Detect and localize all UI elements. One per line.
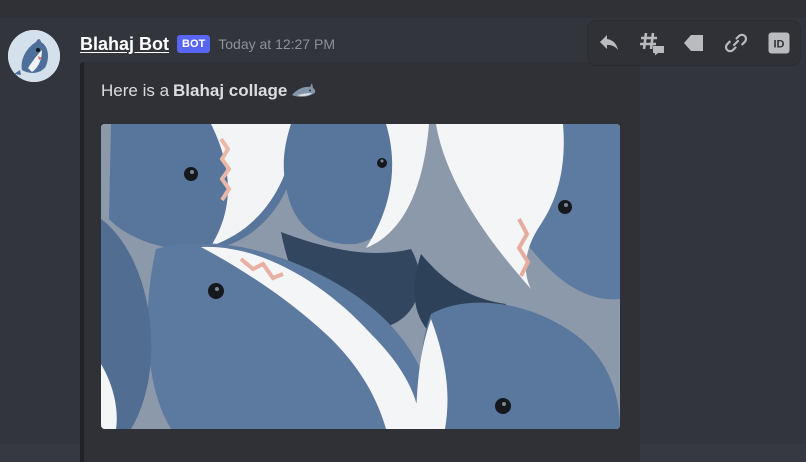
embed-description-bold: Blahaj collage	[173, 81, 288, 100]
link-icon	[725, 33, 748, 53]
reply-icon	[600, 35, 619, 50]
flag-icon	[683, 35, 703, 51]
copy-link-button[interactable]	[718, 25, 754, 61]
bot-badge: BOT	[177, 35, 211, 53]
id-icon-label: ID	[773, 39, 784, 51]
message-toolbar: ID	[588, 21, 800, 65]
username[interactable]: Blahaj Bot	[80, 34, 169, 55]
embed-description-text: Here is a	[101, 81, 170, 100]
embed: Here is a Blahaj collage	[80, 62, 640, 462]
timestamp[interactable]: Today at 12:27 PM	[218, 36, 335, 52]
create-thread-button[interactable]	[634, 25, 670, 61]
shark-emoji	[292, 83, 316, 97]
avatar[interactable]	[8, 30, 60, 82]
copy-id-button[interactable]: ID	[761, 25, 797, 61]
message: Blahaj Bot BOT Today at 12:27 PM Here is…	[0, 18, 806, 462]
mark-unread-button[interactable]	[676, 25, 712, 61]
embed-description: Here is a Blahaj collage	[101, 81, 317, 101]
blahaj-collage-image[interactable]	[101, 124, 620, 429]
previous-message-area	[0, 0, 806, 18]
id-icon: ID	[768, 32, 790, 54]
reply-button[interactable]	[591, 25, 627, 61]
thread-icon	[639, 32, 664, 56]
message-header: Blahaj Bot BOT Today at 12:27 PM	[80, 32, 335, 56]
shark-avatar-icon	[8, 30, 60, 82]
